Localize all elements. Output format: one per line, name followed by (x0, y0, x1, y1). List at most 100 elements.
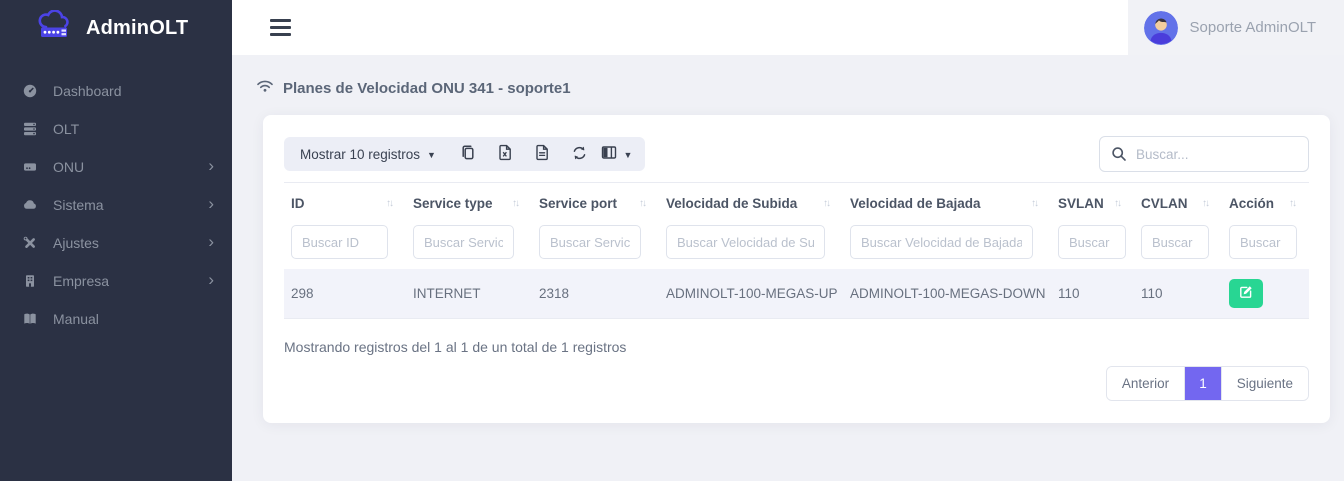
page-number-button[interactable]: 1 (1185, 367, 1221, 400)
table-filter-row (284, 223, 1309, 269)
cell-svlan: 110 (1051, 269, 1134, 319)
column-header-velocidad-subida[interactable]: Velocidad de Subida↑↓ (659, 183, 843, 224)
sort-icon: ↑↓ (512, 198, 520, 209)
menu-toggle-icon[interactable] (270, 16, 291, 40)
topbar: Soporte AdminOLT (232, 0, 1344, 55)
columns-icon (601, 145, 618, 163)
server-icon (21, 121, 38, 138)
tools-icon (21, 235, 38, 252)
sidebar-item-sistema[interactable]: Sistema › (0, 186, 232, 224)
file-export-button[interactable] (524, 137, 561, 171)
adminolt-logo-icon (34, 10, 78, 47)
sidebar-item-manual[interactable]: Manual (0, 300, 232, 338)
wifi-icon (256, 78, 274, 98)
file-icon (535, 144, 550, 164)
cell-service-port: 2318 (532, 269, 659, 319)
filter-input-accion[interactable] (1229, 225, 1297, 259)
page-length-dropdown[interactable]: Mostrar 10 registros ▼ (284, 137, 450, 171)
main-area: Soporte AdminOLT Planes de Velocidad ONU… (232, 0, 1344, 481)
sidebar-item-ajustes[interactable]: Ajustes › (0, 224, 232, 262)
column-visibility-button[interactable]: ▼ (598, 137, 635, 171)
brand-title: AdminOLT (86, 17, 188, 40)
sort-icon: ↑↓ (1289, 198, 1297, 209)
next-page-button[interactable]: Siguiente (1221, 367, 1308, 400)
content: Planes de Velocidad ONU 341 - soporte1 M… (232, 55, 1344, 423)
excel-icon (498, 144, 513, 164)
refresh-icon (571, 145, 588, 164)
sort-icon: ↑↓ (386, 198, 394, 209)
sort-icon: ↑↓ (1114, 198, 1122, 209)
column-header-cvlan[interactable]: CVLAN↑↓ (1134, 183, 1222, 224)
cell-velocidad-bajada: ADMINOLT-100-MEGAS-DOWN (843, 269, 1051, 319)
datatable-buttons-group: Mostrar 10 registros ▼ (284, 137, 645, 171)
table-header-row: ID↑↓ Service type↑↓ Service port↑↓ Veloc… (284, 183, 1309, 224)
refresh-button[interactable] (561, 137, 598, 171)
book-icon (21, 311, 38, 328)
column-header-velocidad-bajada[interactable]: Velocidad de Bajada↑↓ (843, 183, 1051, 224)
cell-cvlan: 110 (1134, 269, 1222, 319)
column-header-id[interactable]: ID↑↓ (284, 183, 406, 224)
sidebar: AdminOLT Dashboard OLT ONU › (0, 0, 232, 481)
filter-input-service-port[interactable] (539, 225, 641, 259)
cell-id: 298 (284, 269, 406, 319)
datatable-card: Mostrar 10 registros ▼ (263, 115, 1330, 423)
plans-table: ID↑↓ Service type↑↓ Service port↑↓ Veloc… (284, 182, 1309, 319)
filter-input-service-type[interactable] (413, 225, 514, 259)
page-title-text: Planes de Velocidad ONU 341 - soporte1 (283, 80, 571, 97)
cell-velocidad-subida: ADMINOLT-100-MEGAS-UP (659, 269, 843, 319)
previous-page-button[interactable]: Anterior (1107, 367, 1185, 400)
caret-down-icon: ▼ (427, 148, 436, 160)
table-search (1099, 136, 1309, 172)
sidebar-nav: Dashboard OLT ONU › Sistema › (0, 56, 232, 338)
chevron-right-icon: › (208, 233, 214, 253)
sidebar-item-label: ONU (53, 159, 208, 175)
copy-icon (460, 144, 476, 164)
filter-input-velocidad-bajada[interactable] (850, 225, 1033, 259)
filter-input-cvlan[interactable] (1141, 225, 1209, 259)
edit-button[interactable] (1229, 279, 1263, 308)
table-row: 298 INTERNET 2318 ADMINOLT-100-MEGAS-UP … (284, 269, 1309, 319)
column-header-service-port[interactable]: Service port↑↓ (532, 183, 659, 224)
sort-icon: ↑↓ (639, 198, 647, 209)
app-window: AdminOLT Dashboard OLT ONU › (0, 0, 1344, 481)
filter-input-svlan[interactable] (1058, 225, 1126, 259)
cell-service-type: INTERNET (406, 269, 532, 319)
sidebar-item-empresa[interactable]: Empresa › (0, 262, 232, 300)
filter-input-velocidad-subida[interactable] (666, 225, 825, 259)
pagination: Anterior 1 Siguiente (284, 366, 1309, 401)
column-header-accion[interactable]: Acción↑↓ (1222, 183, 1309, 224)
column-header-service-type[interactable]: Service type↑↓ (406, 183, 532, 224)
brand[interactable]: AdminOLT (0, 0, 232, 56)
sort-icon: ↑↓ (823, 198, 831, 209)
user-avatar (1144, 11, 1178, 45)
sidebar-item-dashboard[interactable]: Dashboard (0, 72, 232, 110)
sidebar-item-label: Empresa (53, 273, 208, 289)
chevron-right-icon: › (208, 271, 214, 291)
filter-input-id[interactable] (291, 225, 388, 259)
edit-icon (1239, 285, 1253, 302)
datatable-toolbar: Mostrar 10 registros ▼ (284, 136, 1309, 172)
sidebar-item-label: Dashboard (53, 83, 214, 99)
chevron-right-icon: › (208, 157, 214, 177)
page-title: Planes de Velocidad ONU 341 - soporte1 (256, 78, 1330, 98)
user-name: Soporte AdminOLT (1190, 19, 1316, 36)
excel-export-button[interactable] (487, 137, 524, 171)
caret-down-icon: ▼ (624, 148, 633, 160)
cell-accion (1222, 269, 1309, 319)
chevron-right-icon: › (208, 195, 214, 215)
search-input[interactable] (1099, 136, 1309, 172)
cloud-icon (21, 197, 38, 214)
sort-icon: ↑↓ (1031, 198, 1039, 209)
gauge-icon (21, 83, 38, 100)
column-header-svlan[interactable]: SVLAN↑↓ (1051, 183, 1134, 224)
sidebar-item-label: OLT (53, 121, 214, 137)
page-length-label: Mostrar 10 registros (300, 147, 420, 162)
search-icon (1111, 146, 1127, 167)
user-menu[interactable]: Soporte AdminOLT (1128, 0, 1344, 55)
sidebar-item-label: Ajustes (53, 235, 208, 251)
sidebar-item-olt[interactable]: OLT (0, 110, 232, 148)
sidebar-item-label: Sistema (53, 197, 208, 213)
device-icon (21, 159, 38, 176)
copy-button[interactable] (450, 137, 487, 171)
sidebar-item-onu[interactable]: ONU › (0, 148, 232, 186)
